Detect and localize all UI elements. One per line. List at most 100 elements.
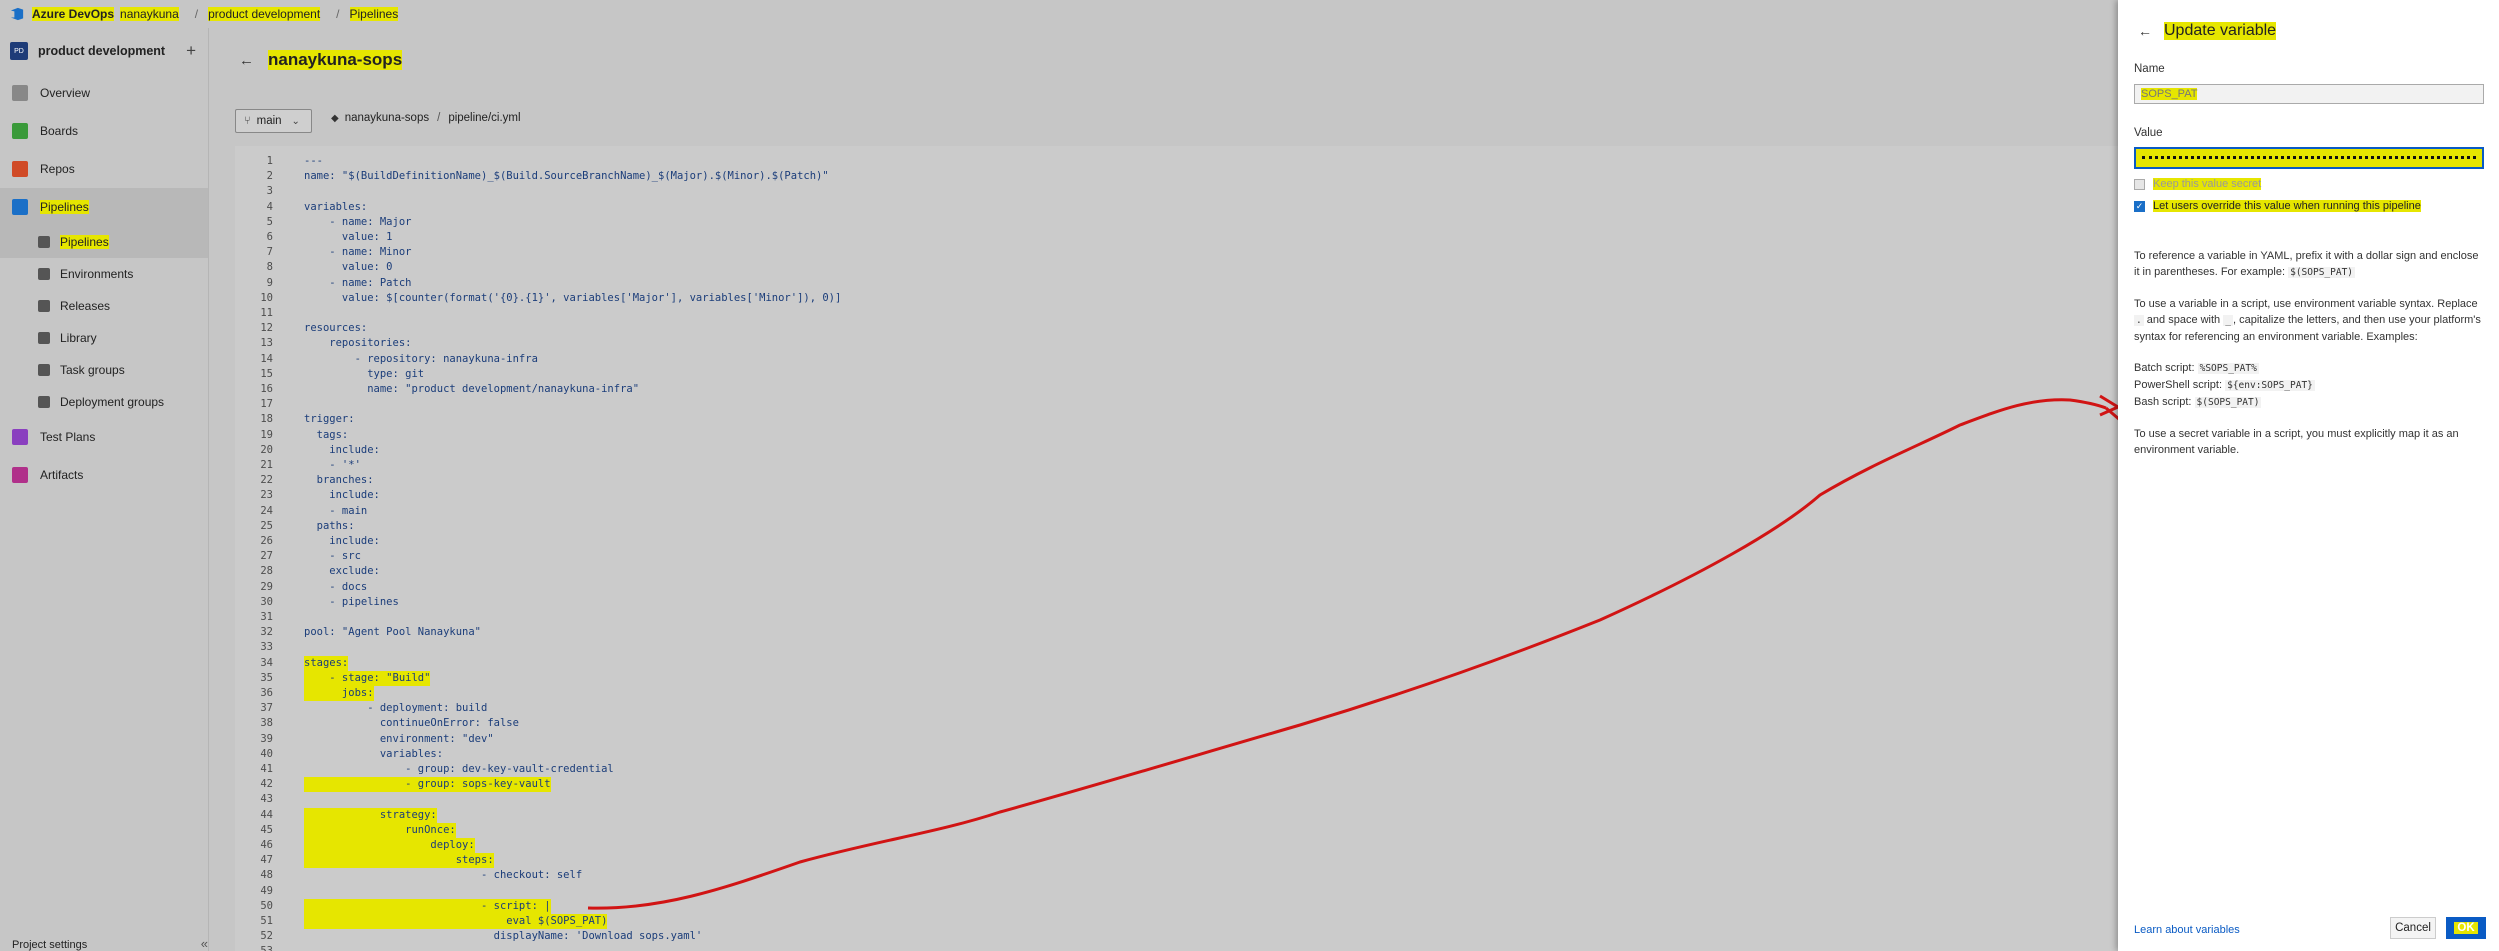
line-number: 14 bbox=[260, 352, 273, 365]
code-line: 6 value: 1 bbox=[235, 230, 2115, 245]
name-field[interactable]: SOPS_PAT bbox=[2134, 84, 2484, 104]
line-number: 17 bbox=[260, 398, 273, 411]
code-line: 45 runOnce: bbox=[235, 822, 2115, 838]
line-number: 29 bbox=[260, 580, 273, 593]
branch-selector[interactable]: ⑂ main ⌄ bbox=[235, 109, 312, 133]
line-number: 44 bbox=[260, 808, 273, 821]
project-name: product development bbox=[38, 44, 166, 58]
brand-link[interactable]: Azure DevOps bbox=[32, 7, 115, 21]
line-text: runOnce: bbox=[304, 822, 456, 838]
line-text: variables: bbox=[304, 200, 368, 213]
breadcrumb-org[interactable]: nanaykuna bbox=[120, 7, 179, 21]
line-number: 31 bbox=[260, 611, 273, 623]
keep-secret-checkbox[interactable]: Keep this value secret bbox=[2134, 178, 2262, 190]
line-number: 35 bbox=[260, 671, 273, 684]
code-line: 23 include: bbox=[235, 488, 2115, 503]
project-avatar: PD bbox=[10, 42, 28, 60]
code-line: 35 - stage: "Build" bbox=[235, 670, 2115, 686]
boards-icon bbox=[12, 123, 28, 139]
code-line: 18 trigger: bbox=[235, 412, 2115, 427]
sidebar-item-artifacts[interactable]: Artifacts bbox=[0, 456, 208, 494]
line-text: resources: bbox=[304, 322, 368, 335]
line-text: strategy: bbox=[304, 807, 437, 823]
sidebar-subitem-pipelines[interactable]: Pipelines bbox=[0, 226, 208, 258]
top-bar: Azure DevOps nanaykuna / product develop… bbox=[0, 0, 2346, 28]
code-line: 8 value: 0 bbox=[235, 260, 2115, 275]
code-line: 38 continueOnError: false bbox=[235, 716, 2115, 731]
line-text: variables: bbox=[304, 747, 444, 760]
breadcrumb-section[interactable]: Pipelines bbox=[349, 7, 399, 21]
code-line: 34 stages: bbox=[235, 655, 2115, 671]
sidebar-item-overview[interactable]: Overview bbox=[0, 74, 208, 112]
code-line: 22 branches: bbox=[235, 473, 2115, 488]
line-text: pool: "Agent Pool Nanaykuna" bbox=[304, 626, 482, 639]
code-line: 19 tags: bbox=[235, 428, 2115, 443]
line-number: 23 bbox=[260, 489, 273, 502]
line-text: type: git bbox=[304, 367, 425, 380]
code-line: 16 name: "product development/nanaykuna-… bbox=[235, 382, 2115, 397]
line-number: 4 bbox=[266, 200, 273, 213]
ok-button[interactable]: OK bbox=[2446, 917, 2486, 939]
sidebar-subitem-deployment-groups[interactable]: Deployment groups bbox=[0, 386, 208, 418]
line-text: jobs: bbox=[304, 686, 374, 701]
line-number: 20 bbox=[260, 443, 273, 456]
sidebar-subitem-task-groups[interactable]: Task groups bbox=[0, 354, 208, 386]
line-number: 43 bbox=[260, 793, 273, 806]
line-number: 19 bbox=[260, 428, 273, 441]
repo-name[interactable]: nanaykuna-sops bbox=[345, 112, 429, 124]
line-number: 41 bbox=[260, 763, 273, 775]
project-settings-link[interactable]: Project settings « bbox=[0, 936, 220, 951]
sidebar-item-pipelines[interactable]: Pipelines bbox=[0, 188, 208, 226]
line-text: - main bbox=[304, 504, 368, 517]
line-text: value: 0 bbox=[304, 261, 393, 274]
add-icon[interactable]: + bbox=[186, 41, 196, 61]
line-text: - stage: "Build" bbox=[304, 670, 431, 686]
code-line: 43 bbox=[235, 792, 2115, 807]
back-arrow-icon[interactable]: ← bbox=[239, 52, 254, 69]
line-number: 21 bbox=[260, 459, 273, 471]
sidebar-item-boards[interactable]: Boards bbox=[0, 112, 208, 150]
line-number: 13 bbox=[260, 337, 273, 350]
line-text: steps: bbox=[304, 853, 494, 869]
yaml-editor[interactable]: 1 --- 2 name: "$(BuildDefinitionName)_$(Bui… bbox=[235, 146, 2118, 951]
value-label: Value bbox=[2134, 127, 2163, 139]
test-plans-icon bbox=[12, 429, 28, 445]
collapse-sidebar-icon[interactable]: « bbox=[201, 936, 208, 951]
project-header[interactable]: PD product development + bbox=[0, 28, 208, 74]
breadcrumb-project[interactable]: product development bbox=[208, 7, 321, 21]
file-path[interactable]: pipeline/ci.yml bbox=[448, 112, 520, 124]
code-line: 53 bbox=[235, 944, 2115, 951]
line-number: 40 bbox=[260, 747, 273, 760]
line-text: include: bbox=[304, 443, 380, 456]
repos-icon bbox=[12, 161, 28, 177]
code-line: 40 variables: bbox=[235, 747, 2115, 762]
line-text: - docs bbox=[304, 580, 368, 593]
line-number: 6 bbox=[266, 231, 273, 243]
code-line: 31 bbox=[235, 610, 2115, 625]
code-line: 32 pool: "Agent Pool Nanaykuna" bbox=[235, 625, 2115, 640]
cancel-button[interactable]: Cancel bbox=[2390, 917, 2436, 939]
sidebar-subitem-environments[interactable]: Environments bbox=[0, 258, 208, 290]
line-text: name: "$(BuildDefinitionName)_$(Build.So… bbox=[304, 170, 829, 183]
line-text: environment: "dev" bbox=[304, 732, 494, 745]
azure-devops-logo-icon[interactable] bbox=[10, 7, 24, 21]
code-line: 37 - deployment: build bbox=[235, 701, 2115, 716]
sidebar-subitem-releases[interactable]: Releases bbox=[0, 290, 208, 322]
value-field[interactable] bbox=[2134, 147, 2484, 169]
line-number: 18 bbox=[260, 413, 273, 426]
chevron-down-icon: ⌄ bbox=[291, 115, 300, 127]
line-text: - repository: nanaykuna-infra bbox=[304, 352, 538, 365]
learn-about-variables-link[interactable]: Learn about variables bbox=[2134, 924, 2240, 936]
breadcrumb-separator: / bbox=[336, 7, 340, 21]
line-number: 48 bbox=[260, 869, 273, 882]
line-text: trigger: bbox=[304, 413, 355, 426]
back-arrow-icon[interactable]: ← bbox=[2138, 23, 2152, 39]
line-number: 10 bbox=[260, 291, 273, 304]
sidebar-subitem-library[interactable]: Library bbox=[0, 322, 208, 354]
code-line: 41 - group: dev-key-vault-credential bbox=[235, 762, 2115, 777]
code-line: 3 bbox=[235, 184, 2115, 199]
sidebar-item-test-plans[interactable]: Test Plans bbox=[0, 418, 208, 456]
sidebar-item-repos[interactable]: Repos bbox=[0, 150, 208, 188]
line-number: 1 bbox=[266, 155, 273, 167]
override-checkbox[interactable]: ✓ Let users override this value when run… bbox=[2134, 200, 2421, 212]
